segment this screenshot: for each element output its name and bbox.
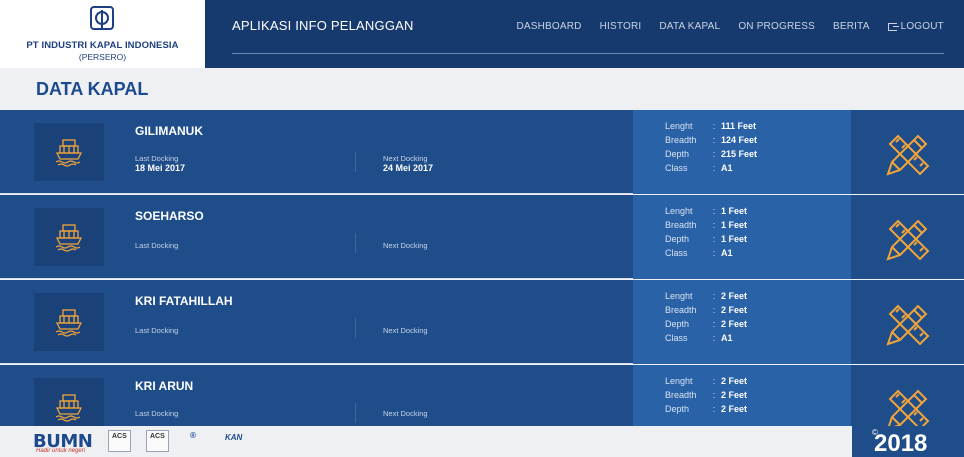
spec-depth: Depth:2 Feet [665, 319, 748, 329]
acs-cert-logo-2: ACS [146, 430, 169, 452]
header: PT INDUSTRI KAPAL INDONESIA (PERSERO) AP… [0, 0, 964, 68]
bumn-tagline: Hadir untuk negeri [36, 448, 86, 454]
logout-button[interactable]: LOGOUT [887, 21, 944, 32]
spec-breadth: Breadth:124 Feet [665, 135, 758, 145]
year-badge: © 2018 [852, 426, 964, 457]
copyright-year: 2018 [874, 430, 928, 457]
spec-depth: Depth:2 Feet [665, 404, 748, 414]
last-docking-value: 18 Mei 2017 [135, 163, 186, 173]
brand[interactable]: PT INDUSTRI KAPAL INDONESIA (PERSERO) [0, 0, 205, 68]
page-title-bar: DATA KAPAL [0, 68, 964, 110]
ship-name[interactable]: KRI ARUN [135, 379, 193, 393]
kan-logo: KAN [225, 433, 243, 442]
logout-label: LOGOUT [900, 21, 944, 32]
spec-depth: Depth:1 Feet [665, 234, 748, 244]
spec-length: Lenght:1 Feet [665, 206, 748, 216]
ship-icon [34, 208, 104, 266]
pencil-ruler-icon [886, 304, 930, 346]
pencil-ruler-icon [886, 134, 930, 176]
ship-specs: Lenght:1 Feet Breadth:1 Feet Depth:1 Fee… [633, 195, 851, 279]
next-docking-label: Next Docking [383, 409, 428, 418]
footer: BUMN Hadir untuk negeri ACS ACS ® KAN [0, 426, 964, 457]
edit-button[interactable] [851, 280, 964, 364]
nav-data-kapal[interactable]: DATA KAPAL [659, 21, 720, 32]
ship-name[interactable]: KRI FATAHILLAH [135, 294, 233, 308]
next-docking-label: Next Docking [383, 326, 428, 335]
nav-dashboard[interactable]: DASHBOARD [516, 21, 581, 32]
brand-subtitle: (PERSERO) [78, 52, 127, 62]
spec-breadth: Breadth:2 Feet [665, 305, 748, 315]
pencil-ruler-icon [886, 219, 930, 261]
cert-seal-icon: ® [190, 431, 196, 440]
spec-breadth: Breadth:1 Feet [665, 220, 748, 230]
brand-name: PT INDUSTRI KAPAL INDONESIA [26, 40, 179, 51]
logout-icon [887, 22, 899, 31]
spec-class: Class: A1 [665, 333, 733, 343]
next-docking-label: Next Docking [383, 154, 428, 163]
main-nav: DASHBOARD HISTORI DATA KAPAL ON PROGRESS… [516, 21, 944, 32]
ship-specs: Lenght:2 Feet Breadth:2 Feet Depth:2 Fee… [633, 365, 851, 426]
ship-list: GILIMANUK Last Docking 18 Mei 2017 Next … [0, 110, 964, 426]
ship-specs: Lenght:2 Feet Breadth:2 Feet Depth:2 Fee… [633, 280, 851, 364]
ship-name[interactable]: GILIMANUK [135, 124, 203, 138]
next-docking-label: Next Docking [383, 241, 428, 250]
ship-icon [34, 123, 104, 181]
pencil-ruler-icon [887, 389, 930, 426]
nav-histori[interactable]: HISTORI [600, 21, 642, 32]
divider [355, 403, 356, 423]
spec-length: Lenght:2 Feet [665, 291, 748, 301]
ship-card[interactable]: KRI ARUN Last Docking Next Docking Lengh… [0, 365, 964, 426]
nav-berita[interactable]: BERITA [833, 21, 870, 32]
ship-card[interactable]: KRI FATAHILLAH Last Docking Next Docking… [0, 280, 964, 364]
spec-length: Lenght:2 Feet [665, 376, 748, 386]
next-docking-value: 24 Mei 2017 [383, 163, 434, 173]
spec-class: Class: A1 [665, 163, 733, 173]
ship-icon [34, 293, 104, 351]
ship-specs: Lenght:111 Feet Breadth:124 Feet Depth:2… [633, 110, 851, 194]
app-title: APLIKASI INFO PELANGGAN [232, 18, 414, 33]
ship-card[interactable]: SOEHARSO Last Docking Next Docking Lengh… [0, 195, 964, 279]
ship-name[interactable]: SOEHARSO [135, 209, 204, 223]
spec-class: Class: A1 [665, 248, 733, 258]
edit-button[interactable] [851, 110, 964, 194]
page-title: DATA KAPAL [36, 79, 149, 99]
ship-card[interactable]: GILIMANUK Last Docking 18 Mei 2017 Next … [0, 110, 964, 194]
ship-icon [34, 378, 104, 426]
acs-cert-logo-1: ACS [108, 430, 131, 452]
last-docking-label: Last Docking [135, 409, 179, 418]
edit-button[interactable] [851, 195, 964, 279]
spec-breadth: Breadth:2 Feet [665, 390, 748, 400]
last-docking-label: Last Docking [135, 326, 179, 335]
divider [355, 318, 356, 338]
nav-on-progress[interactable]: ON PROGRESS [738, 21, 815, 32]
last-docking-label: Last Docking [135, 241, 179, 250]
spec-depth: Depth:215 Feet [665, 149, 758, 159]
divider [355, 152, 356, 172]
iki-logo-icon [90, 6, 114, 30]
spec-length: Lenght:111 Feet [665, 121, 757, 131]
edit-button[interactable] [851, 365, 964, 426]
last-docking-label: Last Docking [135, 154, 179, 163]
divider [355, 233, 356, 253]
title-underline [232, 53, 944, 54]
top-navbar: APLIKASI INFO PELANGGAN DASHBOARD HISTOR… [205, 0, 964, 68]
